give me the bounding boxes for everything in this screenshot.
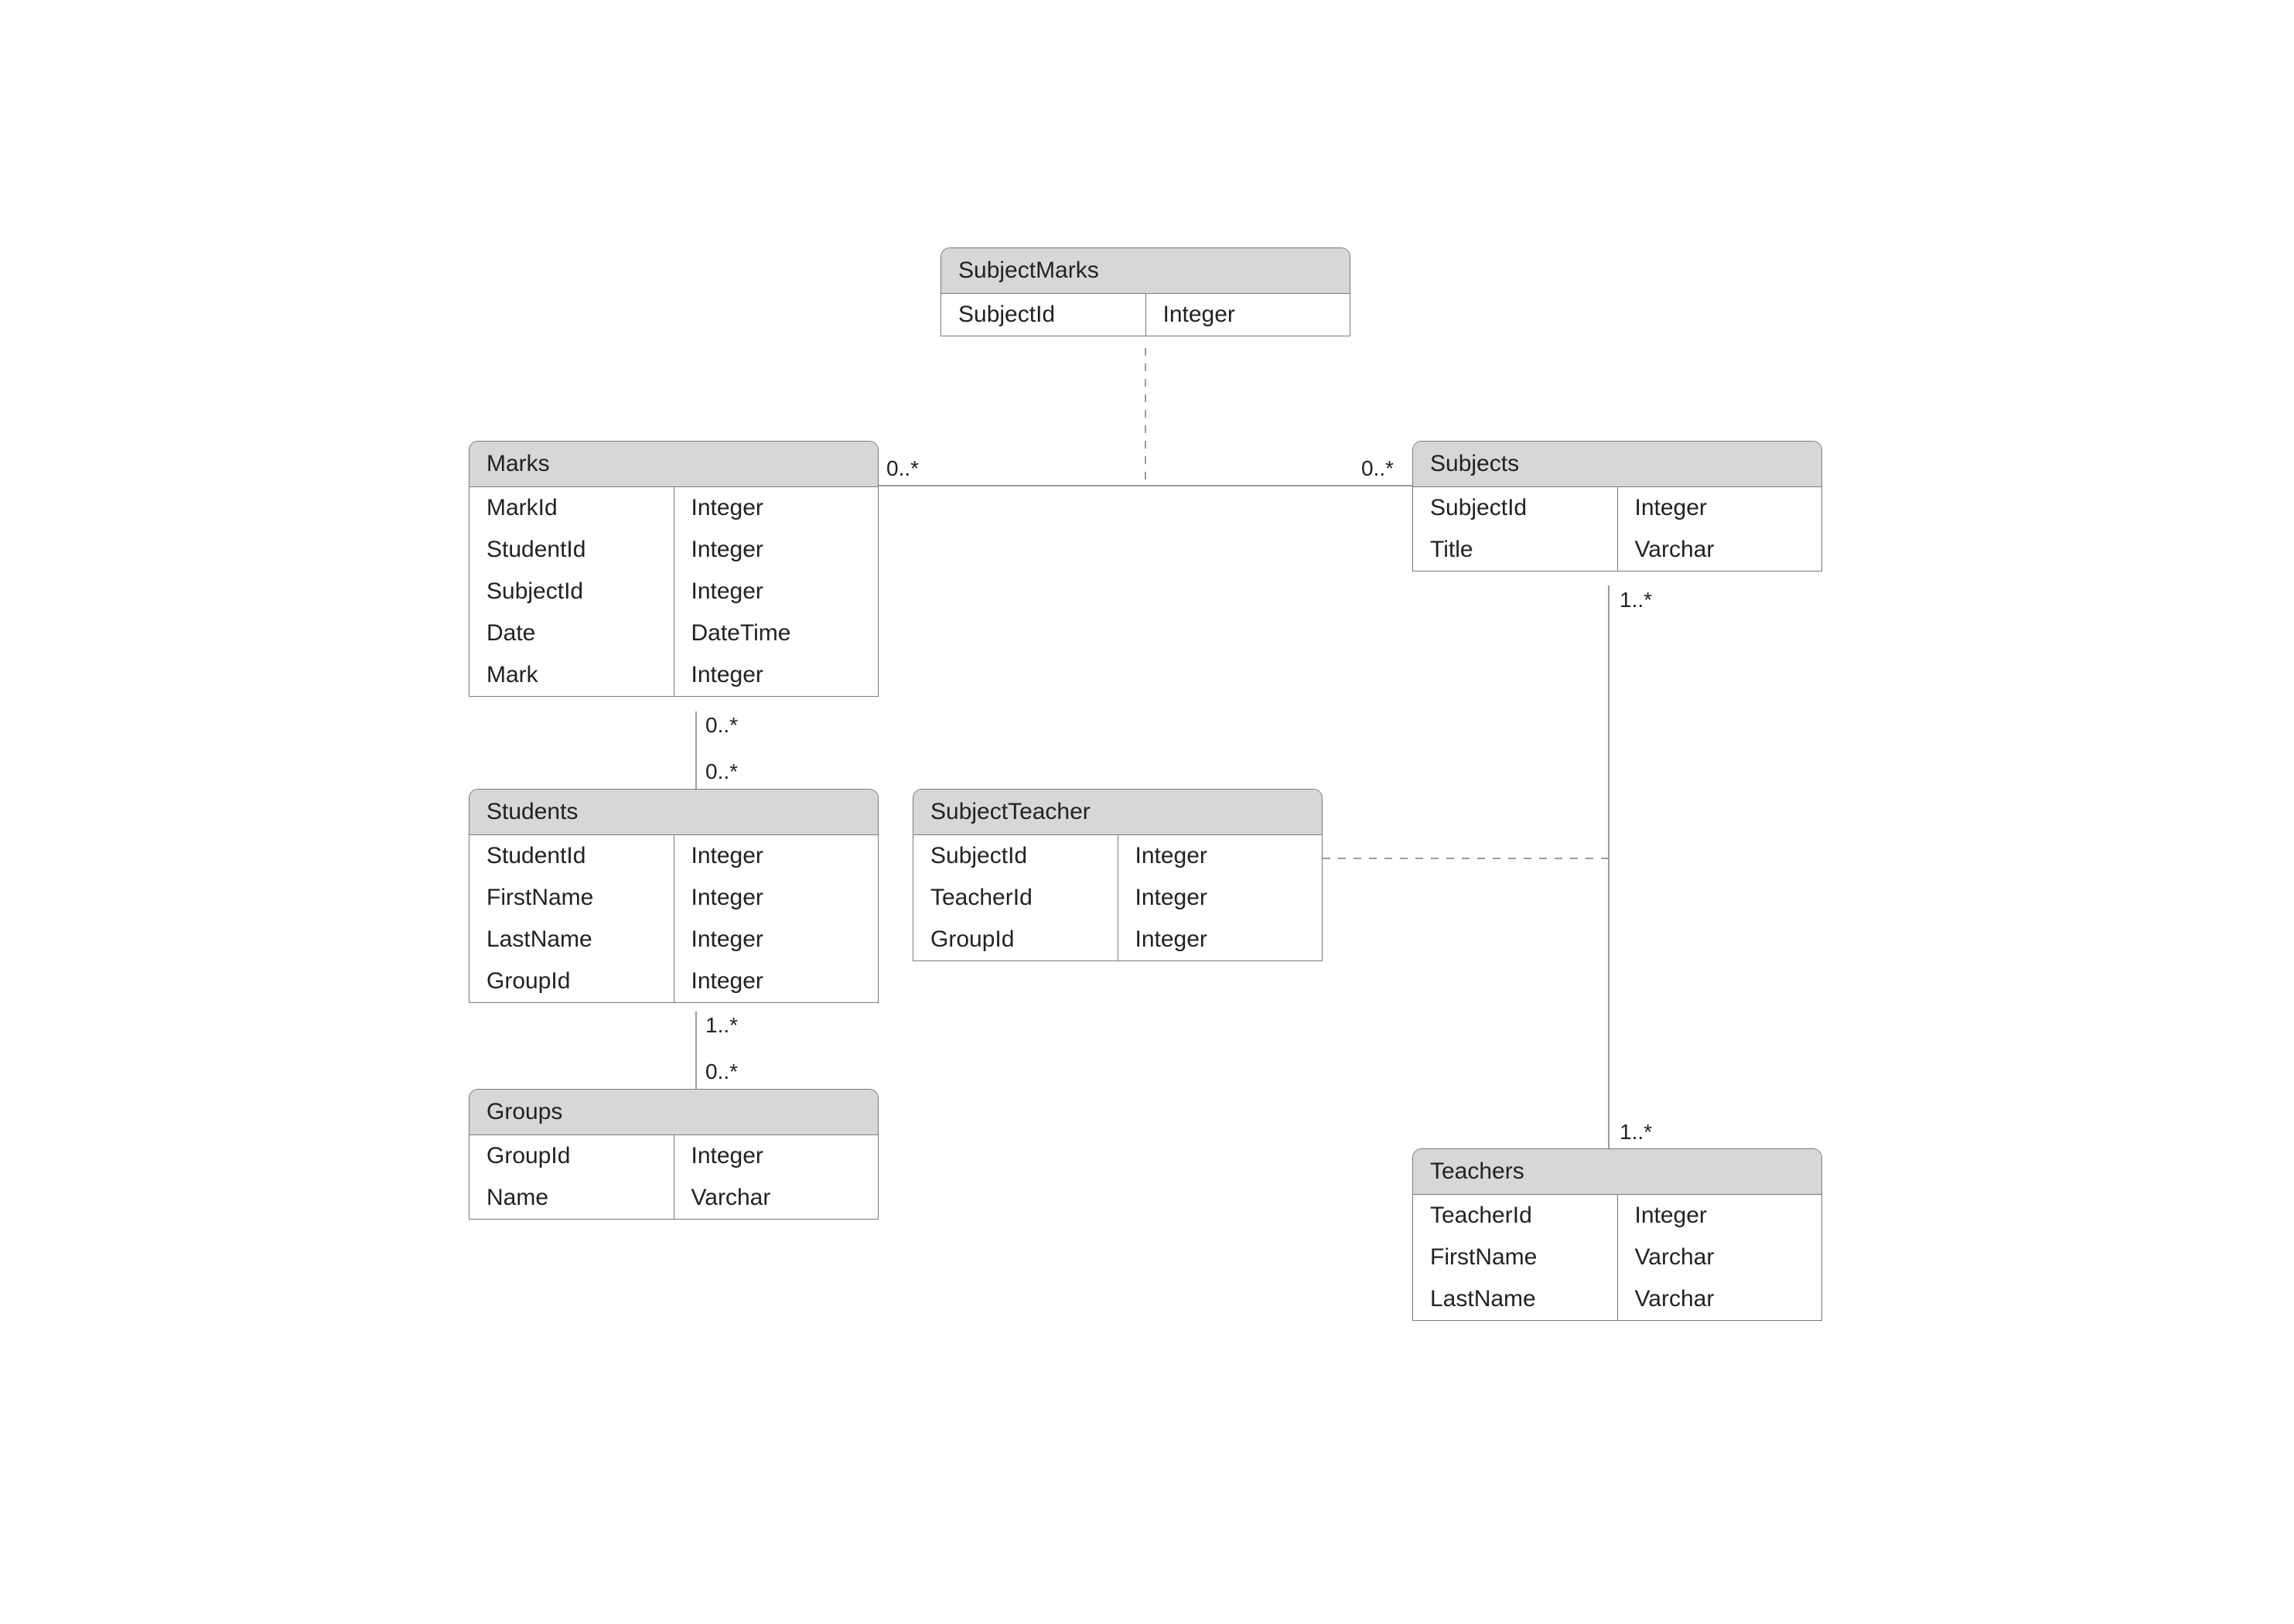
table-row: LastName Varchar	[1413, 1278, 1821, 1320]
table-row: Mark Integer	[469, 654, 878, 696]
multiplicity-marks-students-top: 0..*	[705, 713, 738, 738]
field-type: Varchar	[1617, 529, 1821, 571]
entity-title: Groups	[469, 1090, 878, 1135]
multiplicity-marks-subjects-left: 0..*	[886, 456, 919, 481]
field-type: Integer	[674, 1135, 878, 1177]
field-name: SubjectId	[913, 835, 1118, 877]
field-name: GroupId	[469, 1135, 674, 1177]
entity-title: Teachers	[1413, 1149, 1821, 1195]
table-row: StudentId Integer	[469, 835, 878, 877]
field-type: Integer	[674, 919, 878, 960]
field-type: Integer	[674, 571, 878, 612]
table-row: GroupId Integer	[469, 1135, 878, 1177]
multiplicity-subjects-teachers-top: 1..*	[1620, 588, 1652, 612]
multiplicity-students-groups-bottom: 0..*	[705, 1059, 738, 1084]
entity-subjects: Subjects SubjectId Integer Title Varchar	[1412, 441, 1822, 571]
table-row: GroupId Integer	[469, 960, 878, 1002]
field-type: Integer	[1145, 294, 1350, 336]
table-row: MarkId Integer	[469, 487, 878, 529]
field-name: GroupId	[469, 960, 674, 1002]
field-name: Name	[469, 1177, 674, 1219]
table-row: SubjectId Integer	[1413, 487, 1821, 529]
field-type: DateTime	[674, 612, 878, 654]
entity-title: SubjectMarks	[941, 248, 1350, 294]
entity-title: SubjectTeacher	[913, 790, 1322, 835]
table-row: Title Varchar	[1413, 529, 1821, 571]
table-row: SubjectId Integer	[941, 294, 1350, 336]
field-type: Integer	[1118, 919, 1322, 960]
field-name: TeacherId	[913, 877, 1118, 919]
field-name: StudentId	[469, 529, 674, 571]
multiplicity-marks-students-bottom: 0..*	[705, 759, 738, 784]
field-type: Integer	[674, 654, 878, 696]
field-name: Mark	[469, 654, 674, 696]
table-row: StudentId Integer	[469, 529, 878, 571]
table-row: LastName Integer	[469, 919, 878, 960]
table-row: Date DateTime	[469, 612, 878, 654]
field-name: Title	[1413, 529, 1617, 571]
table-row: GroupId Integer	[913, 919, 1322, 960]
field-name: StudentId	[469, 835, 674, 877]
field-type: Integer	[674, 960, 878, 1002]
field-name: LastName	[1413, 1278, 1617, 1320]
field-name: LastName	[469, 919, 674, 960]
field-name: SubjectId	[469, 571, 674, 612]
entity-title: Marks	[469, 442, 878, 487]
table-row: FirstName Varchar	[1413, 1237, 1821, 1278]
field-type: Integer	[1617, 487, 1821, 529]
entity-teachers: Teachers TeacherId Integer FirstName Var…	[1412, 1148, 1822, 1321]
multiplicity-students-groups-top: 1..*	[705, 1013, 738, 1038]
field-type: Integer	[1118, 877, 1322, 919]
field-type: Integer	[1118, 835, 1322, 877]
entity-title: Subjects	[1413, 442, 1821, 487]
field-type: Integer	[674, 877, 878, 919]
field-type: Varchar	[1617, 1237, 1821, 1278]
field-type: Integer	[674, 835, 878, 877]
entity-marks: Marks MarkId Integer StudentId Integer S…	[469, 441, 879, 697]
field-name: TeacherId	[1413, 1195, 1617, 1237]
entity-subjectmarks: SubjectMarks SubjectId Integer	[940, 247, 1350, 336]
field-name: SubjectId	[1413, 487, 1617, 529]
entity-students: Students StudentId Integer FirstName Int…	[469, 789, 879, 1003]
table-row: SubjectId Integer	[469, 571, 878, 612]
multiplicity-subjects-teachers-bottom: 1..*	[1620, 1120, 1652, 1145]
field-type: Integer	[674, 487, 878, 529]
entity-title: Students	[469, 790, 878, 835]
table-row: Name Varchar	[469, 1177, 878, 1219]
field-name: SubjectId	[941, 294, 1145, 336]
field-name: FirstName	[469, 877, 674, 919]
table-row: FirstName Integer	[469, 877, 878, 919]
entity-subjectteacher: SubjectTeacher SubjectId Integer Teacher…	[913, 789, 1323, 961]
table-row: TeacherId Integer	[1413, 1195, 1821, 1237]
er-diagram: SubjectMarks SubjectId Integer Marks Mar…	[0, 0, 2294, 1624]
entity-groups: Groups GroupId Integer Name Varchar	[469, 1089, 879, 1220]
field-name: FirstName	[1413, 1237, 1617, 1278]
field-type: Integer	[674, 529, 878, 571]
table-row: TeacherId Integer	[913, 877, 1322, 919]
table-row: SubjectId Integer	[913, 835, 1322, 877]
field-name: GroupId	[913, 919, 1118, 960]
field-name: Date	[469, 612, 674, 654]
field-type: Integer	[1617, 1195, 1821, 1237]
field-type: Varchar	[674, 1177, 878, 1219]
field-name: MarkId	[469, 487, 674, 529]
multiplicity-marks-subjects-right: 0..*	[1361, 456, 1394, 481]
field-type: Varchar	[1617, 1278, 1821, 1320]
